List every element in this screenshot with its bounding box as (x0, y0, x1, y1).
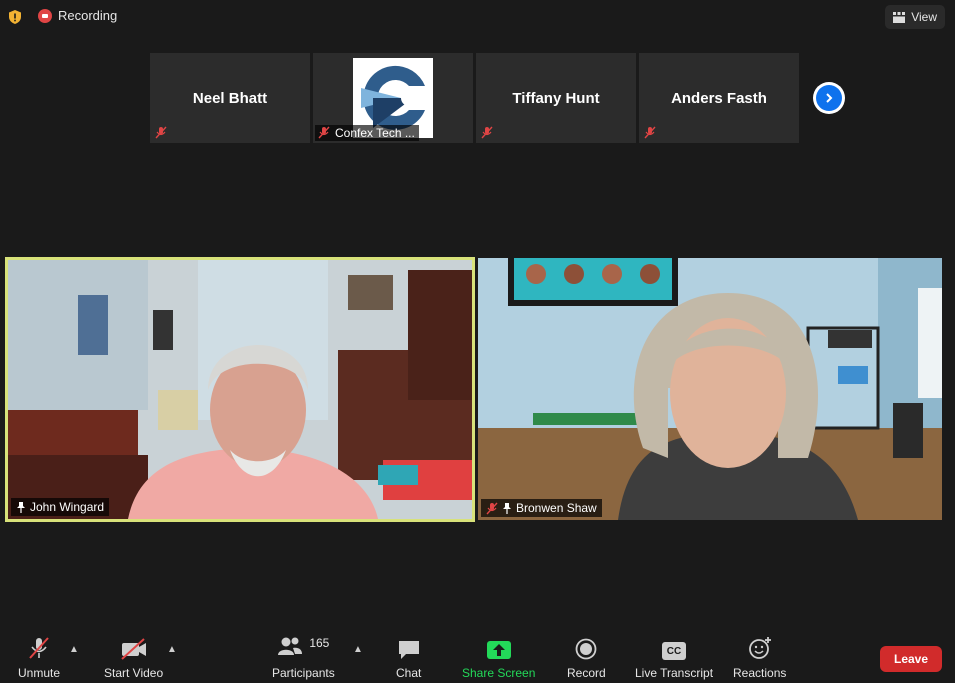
view-button[interactable]: View (885, 5, 945, 29)
unmute-label: Unmute (18, 666, 61, 680)
video-tile-active-speaker[interactable]: John Wingard (5, 257, 475, 522)
participant-thumbnail[interactable]: Neel Bhatt (150, 53, 310, 143)
grid-view-icon (893, 11, 906, 23)
chat-icon (398, 641, 419, 659)
start-video-label: Start Video (104, 666, 164, 680)
live-transcript-button[interactable]: CC Live Transcript (635, 636, 713, 680)
participant-name: Bronwen Shaw (516, 501, 597, 515)
audio-options-caret[interactable]: ▲ (69, 644, 79, 655)
record-icon (575, 638, 597, 660)
participant-name: Tiffany Hunt (512, 89, 600, 107)
participant-name-tag: John Wingard (11, 498, 110, 516)
pin-icon (17, 502, 25, 513)
reactions-label: Reactions (733, 666, 787, 680)
record-button[interactable]: Record (567, 636, 606, 680)
participant-thumbnail[interactable]: Tiffany Hunt (476, 53, 636, 143)
muted-mic-icon (481, 126, 493, 139)
video-feed (8, 260, 472, 519)
participants-button[interactable]: 165 Participants (272, 636, 335, 680)
participants-label: Participants (272, 666, 335, 680)
recording-icon (38, 8, 52, 23)
chat-label: Chat (396, 666, 422, 680)
next-page-button[interactable] (813, 82, 845, 114)
participant-name: Confex Tech ... (315, 125, 419, 141)
share-screen-icon (486, 641, 511, 659)
video-off-icon (120, 638, 146, 660)
video-options-caret[interactable]: ▲ (167, 644, 177, 655)
cc-icon: CC (662, 642, 687, 660)
chevron-right-icon (816, 85, 842, 111)
share-screen-label: Share Screen (462, 666, 536, 680)
security-shield-icon[interactable] (7, 9, 23, 25)
video-feed (478, 258, 942, 520)
start-video-button[interactable]: Start Video (104, 636, 163, 680)
participants-count: 165 (309, 636, 330, 650)
muted-mic-icon (486, 502, 498, 514)
chat-button[interactable]: Chat (396, 636, 421, 680)
recording-label: Recording (58, 8, 118, 23)
participants-icon (278, 637, 303, 655)
recording-indicator[interactable]: Recording (38, 8, 117, 23)
participant-name-tag: Bronwen Shaw (481, 499, 602, 517)
participant-thumbnail[interactable]: Anders Fasth (639, 53, 799, 143)
muted-mic-icon (29, 637, 49, 659)
participant-name: Anders Fasth (671, 89, 767, 107)
unmute-button[interactable]: Unmute (18, 636, 60, 680)
reactions-button[interactable]: Reactions (733, 636, 786, 680)
view-label: View (911, 10, 937, 24)
pin-icon (503, 503, 511, 514)
participant-name: Neel Bhatt (192, 89, 268, 107)
muted-mic-icon (155, 126, 167, 139)
live-transcript-label: Live Transcript (635, 666, 714, 680)
leave-button[interactable]: Leave (880, 646, 942, 672)
participants-options-caret[interactable]: ▲ (353, 644, 363, 655)
muted-mic-icon (318, 126, 330, 139)
participant-name: John Wingard (30, 500, 105, 514)
smiley-plus-icon (748, 637, 771, 659)
share-screen-button[interactable]: Share Screen (462, 636, 535, 680)
muted-mic-icon (644, 126, 656, 139)
video-tile[interactable]: Bronwen Shaw (478, 258, 942, 520)
record-label: Record (567, 666, 606, 680)
participant-thumbnail[interactable]: Confex Tech ... (313, 53, 473, 143)
